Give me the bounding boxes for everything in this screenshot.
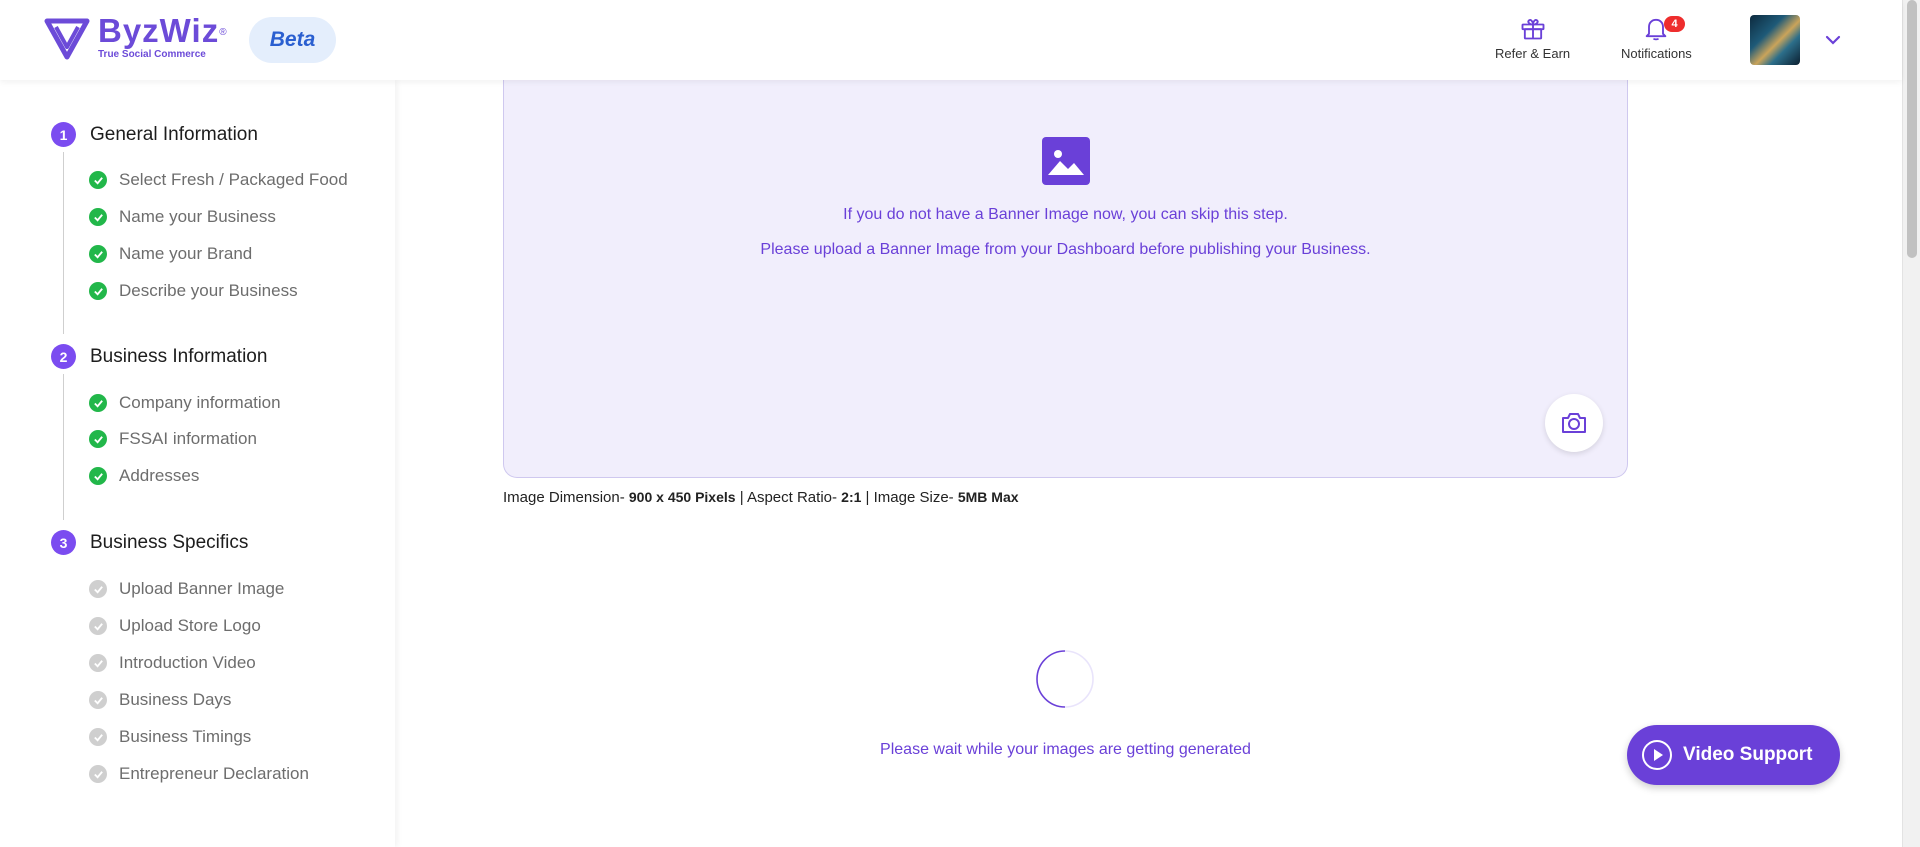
sidebar-item-label: Business Timings	[119, 727, 252, 746]
sidebar-item-label: Upload Store Logo	[119, 616, 261, 635]
scrollbar-thumb[interactable]	[1907, 0, 1917, 258]
sidebar-item-label: Addresses	[119, 466, 200, 485]
sidebar-item-label: Entrepreneur Declaration	[119, 764, 309, 783]
loading-spinner-icon	[1036, 650, 1094, 708]
step-title: General Information	[90, 123, 258, 145]
upload-instruction-text: Please upload a Banner Image from your D…	[760, 241, 1371, 258]
sidebar-item-business-days[interactable]: Business Days	[89, 690, 231, 710]
step-business-information[interactable]: 2 Business Information	[51, 344, 267, 369]
brand-tagline: True Social Commerce	[98, 49, 206, 60]
banner-upload-area[interactable]: If you do not have a Banner Image now, y…	[503, 60, 1628, 478]
sidebar-item-describe-business[interactable]: Describe your Business	[89, 281, 298, 301]
byzwiz-logo-mark-icon	[44, 18, 90, 60]
refer-earn-label: Refer & Earn	[1495, 46, 1571, 61]
sidebar-item-label: Name your Brand	[119, 244, 253, 263]
video-support-button[interactable]: Video Support	[1627, 725, 1840, 785]
refer-earn-button[interactable]: Refer & Earn	[1495, 14, 1570, 61]
step-number: 2	[51, 344, 76, 369]
check-circle-icon	[89, 765, 107, 783]
sidebar-item-select-food-type[interactable]: Select Fresh / Packaged Food	[89, 170, 348, 190]
check-circle-icon	[89, 394, 107, 412]
beta-badge: Beta	[249, 17, 336, 63]
byzwiz-logo[interactable]: ByzWiz® True Social Commerce	[44, 12, 228, 61]
check-circle-icon	[89, 654, 107, 672]
step-general-information[interactable]: 1 General Information	[51, 122, 258, 147]
camera-icon	[1562, 413, 1586, 433]
sidebar-item-fssai-information[interactable]: FSSAI information	[89, 429, 257, 449]
user-avatar[interactable]	[1750, 15, 1800, 65]
loading-message: Please wait while your images are gettin…	[880, 741, 1251, 758]
brand-name: ByzWiz®	[98, 12, 228, 49]
ratio-label: | Aspect Ratio-	[735, 489, 842, 506]
check-circle-icon	[89, 691, 107, 709]
gift-icon	[1521, 18, 1545, 40]
sidebar-item-upload-banner-image[interactable]: Upload Banner Image	[89, 579, 284, 599]
sidebar-item-label: Introduction Video	[119, 653, 256, 672]
progress-sidebar: 1 General Information Select Fresh / Pac…	[0, 80, 395, 847]
sidebar-item-label: Name your Business	[119, 207, 276, 226]
size-label: | Image Size-	[861, 489, 958, 506]
sidebar-item-label: Company information	[119, 393, 281, 412]
video-support-label: Video Support	[1683, 744, 1813, 765]
check-circle-icon	[89, 430, 107, 448]
dimension-value: 900 x 450 Pixels	[628, 489, 736, 505]
image-requirements-text: Image Dimension- 900 x 450 Pixels | Aspe…	[503, 489, 1019, 506]
chevron-down-icon[interactable]	[1823, 30, 1843, 50]
sidebar-item-entrepreneur-declaration[interactable]: Entrepreneur Declaration	[89, 764, 309, 784]
sidebar-item-name-brand[interactable]: Name your Brand	[89, 244, 252, 264]
check-circle-icon	[89, 171, 107, 189]
sidebar-item-addresses[interactable]: Addresses	[89, 466, 199, 486]
step-title: Business Information	[90, 345, 268, 367]
sidebar-item-label: Select Fresh / Packaged Food	[119, 170, 348, 189]
step-connector-line	[63, 374, 64, 520]
sidebar-item-label: FSSAI information	[119, 429, 257, 448]
sidebar-item-introduction-video[interactable]: Introduction Video	[89, 653, 256, 673]
step-number: 3	[51, 530, 76, 555]
sidebar-item-label: Upload Banner Image	[119, 579, 285, 598]
ratio-value: 2:1	[841, 489, 862, 505]
step-connector-line	[63, 152, 64, 334]
check-circle-icon	[89, 245, 107, 263]
check-circle-icon	[89, 208, 107, 226]
sidebar-item-business-timings[interactable]: Business Timings	[89, 727, 251, 747]
top-header: ByzWiz® True Social Commerce Beta Refer …	[0, 0, 1902, 80]
notification-count-badge: 4	[1664, 16, 1685, 32]
image-placeholder-icon	[1042, 137, 1090, 185]
step-title: Business Specifics	[90, 531, 249, 553]
sidebar-item-label: Describe your Business	[119, 281, 298, 300]
sidebar-item-company-information[interactable]: Company information	[89, 393, 281, 413]
sidebar-item-upload-store-logo[interactable]: Upload Store Logo	[89, 616, 261, 636]
notifications-button[interactable]: 4 Notifications	[1621, 14, 1692, 61]
check-circle-icon	[89, 282, 107, 300]
sidebar-item-name-business[interactable]: Name your Business	[89, 207, 276, 227]
check-circle-icon	[89, 617, 107, 635]
notifications-label: Notifications	[1621, 46, 1692, 61]
size-value: 5MB Max	[957, 489, 1019, 505]
page-scrollbar[interactable]	[1902, 0, 1920, 847]
step-number: 1	[51, 122, 76, 147]
check-circle-icon	[89, 580, 107, 598]
dimension-label: Image Dimension-	[503, 489, 629, 506]
sidebar-item-label: Business Days	[119, 690, 232, 709]
check-circle-icon	[89, 728, 107, 746]
camera-upload-button[interactable]	[1545, 394, 1603, 452]
check-circle-icon	[89, 467, 107, 485]
play-circle-icon	[1642, 740, 1672, 770]
step-business-specifics[interactable]: 3 Business Specifics	[51, 530, 248, 555]
upload-skip-text: If you do not have a Banner Image now, y…	[843, 206, 1288, 223]
